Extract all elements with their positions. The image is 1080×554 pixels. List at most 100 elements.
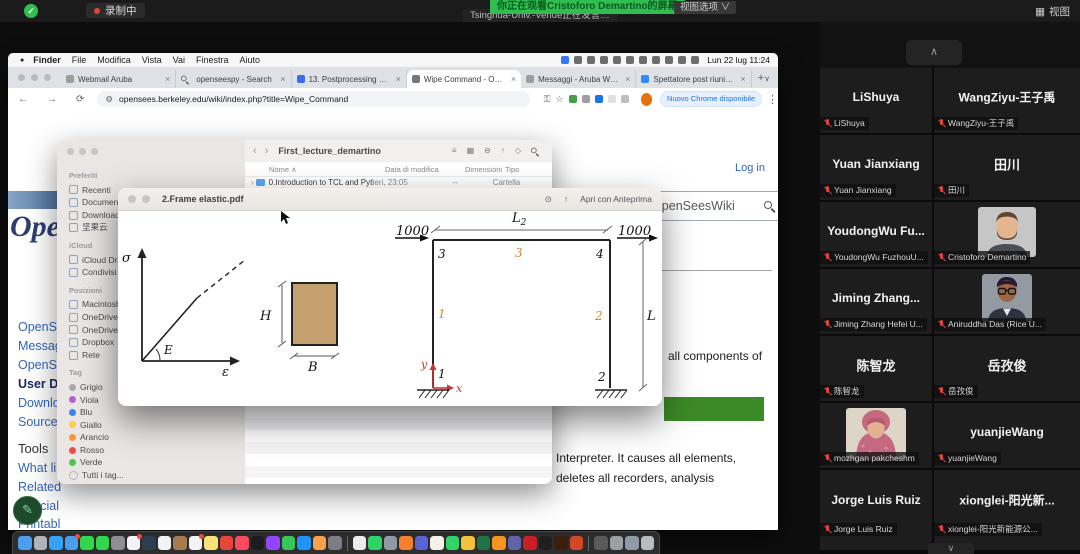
dock-downloads[interactable] bbox=[610, 536, 624, 550]
dock-powerpoint[interactable] bbox=[570, 536, 584, 550]
password-key-icon[interactable]: ⚿ bbox=[544, 94, 551, 105]
back-button[interactable]: ← bbox=[18, 94, 28, 105]
extension-icon[interactable] bbox=[608, 95, 616, 103]
dock-trash[interactable] bbox=[641, 536, 655, 550]
spotlight-icon[interactable] bbox=[665, 56, 673, 64]
column-dimensioni[interactable]: Dimensioni bbox=[465, 165, 505, 174]
menu-finder[interactable]: Finder bbox=[33, 55, 61, 65]
dock-terminal[interactable] bbox=[539, 536, 553, 550]
participant-tile[interactable]: Aniruddha Das (Rice U... bbox=[934, 269, 1080, 334]
dock-displays[interactable] bbox=[142, 536, 156, 550]
dock-safari[interactable] bbox=[49, 536, 63, 550]
group-icon[interactable]: ⊖ bbox=[484, 146, 491, 157]
dock-siri[interactable] bbox=[328, 536, 342, 550]
window-controls[interactable] bbox=[128, 195, 150, 203]
participant-tile[interactable]: yuanjieWang yuanjieWang bbox=[934, 403, 1080, 468]
dock-notes[interactable] bbox=[204, 536, 218, 550]
sidebar-link-related-changes[interactable]: Related bbox=[18, 480, 61, 494]
search-icon[interactable] bbox=[764, 201, 775, 212]
sidebar-link-messages[interactable]: Messag bbox=[18, 339, 62, 353]
bookmark-star-icon[interactable]: ☆ bbox=[555, 94, 563, 105]
zoom-window-icon[interactable] bbox=[91, 148, 98, 155]
dock-finder[interactable] bbox=[18, 536, 32, 550]
dock-whatsapp[interactable] bbox=[368, 536, 382, 550]
fullscreen-icon[interactable] bbox=[142, 195, 150, 203]
dock-excel[interactable] bbox=[477, 536, 491, 550]
apple-menu-icon[interactable]: ● bbox=[20, 57, 24, 64]
tab-messaggi-aruba[interactable]: Messaggi - Aruba Webmail × bbox=[521, 70, 636, 88]
close-tab-icon[interactable]: × bbox=[165, 74, 170, 84]
dock-keynote[interactable] bbox=[313, 536, 327, 550]
zoom-window-icon[interactable] bbox=[44, 74, 51, 81]
dock-facetime[interactable] bbox=[80, 536, 94, 550]
dock-screen-recorder[interactable] bbox=[594, 536, 608, 550]
share-icon[interactable]: ↑ bbox=[564, 194, 568, 204]
forward-button[interactable]: › bbox=[265, 145, 269, 157]
participant-tile[interactable]: 田川 田川 bbox=[934, 135, 1080, 200]
dock-illustrator[interactable] bbox=[554, 536, 568, 550]
participant-tile[interactable]: Yuan Jianxiang Yuan Jianxiang bbox=[820, 135, 932, 200]
view-options-dropdown[interactable]: 视图选项 ∨ bbox=[674, 1, 736, 14]
participant-tile[interactable]: Cristoforo Demartino bbox=[934, 202, 1080, 267]
tab-search-caret-icon[interactable]: ∨ bbox=[764, 74, 770, 83]
dock-calendar[interactable] bbox=[127, 536, 141, 550]
bluetooth-icon[interactable] bbox=[574, 56, 582, 64]
grammar-assistant-button[interactable]: ✎ bbox=[13, 496, 42, 525]
tab-wipe-command-active[interactable]: Wipe Command - OpenSees × bbox=[407, 70, 521, 88]
profile-avatar[interactable] bbox=[641, 93, 653, 106]
forward-button[interactable]: → bbox=[47, 94, 57, 105]
window-controls[interactable] bbox=[67, 148, 98, 155]
participant-tile[interactable]: 陈智龙 陈智龙 bbox=[820, 336, 932, 401]
battery-icon[interactable] bbox=[613, 56, 621, 64]
minimize-window-icon[interactable] bbox=[79, 148, 86, 155]
dock-pages[interactable] bbox=[430, 536, 444, 550]
column-tipo[interactable]: Tipo bbox=[505, 165, 519, 174]
reload-button[interactable]: ⟳ bbox=[76, 94, 84, 105]
view-button[interactable]: ▦ 视图 bbox=[1035, 4, 1070, 19]
menu-modifica[interactable]: Modifica bbox=[97, 55, 131, 65]
open-with-preview-button[interactable]: Apri con Anteprima bbox=[580, 194, 652, 204]
back-button[interactable]: ‹ bbox=[253, 145, 257, 157]
dock-apple-tv[interactable] bbox=[251, 536, 265, 550]
address-bar[interactable]: ⚙ opensees.berkeley.edu/wiki/index.php?t… bbox=[97, 91, 529, 107]
dock-messages[interactable] bbox=[96, 536, 110, 550]
sidebar-link-download[interactable]: Downlo bbox=[18, 396, 60, 410]
dock-matlab[interactable] bbox=[461, 536, 475, 550]
minimize-window-icon[interactable] bbox=[31, 74, 38, 81]
tab-openseespy-search[interactable]: openseespy - Search × bbox=[176, 70, 291, 88]
extension-icon[interactable] bbox=[595, 95, 603, 103]
grid-view-icon[interactable]: ▦ bbox=[467, 146, 475, 157]
tab-postprocessing-modules[interactable]: 13. Postprocessing Modules × bbox=[292, 70, 407, 88]
login-link[interactable]: Log in bbox=[735, 162, 765, 174]
menubar-clock[interactable]: Lun 22 lug 11:24 bbox=[707, 55, 770, 65]
keyboard-icon[interactable] bbox=[626, 56, 634, 64]
close-tab-icon[interactable]: × bbox=[740, 74, 745, 84]
participant-tile[interactable]: WangZiyu-王子禹 WangZiyu-王子禹 bbox=[934, 68, 1080, 133]
search-icon[interactable] bbox=[531, 147, 539, 155]
mic-status-icon[interactable] bbox=[587, 56, 595, 64]
dock-wechat[interactable] bbox=[446, 536, 460, 550]
dock-reminders[interactable] bbox=[189, 536, 203, 550]
wifi-icon[interactable] bbox=[652, 56, 660, 64]
dock-numbers[interactable] bbox=[282, 536, 296, 550]
column-data-modifica[interactable]: Data di modifica bbox=[385, 165, 465, 174]
close-window-icon[interactable] bbox=[128, 195, 136, 203]
column-nome[interactable]: Nome ∧ bbox=[269, 165, 385, 174]
chrome-menu-icon[interactable]: ⋮ bbox=[767, 93, 778, 106]
menu-vai[interactable]: Vai bbox=[173, 55, 185, 65]
participant-tile[interactable]: mozhgan pakcheshm bbox=[820, 403, 932, 468]
participant-tile[interactable]: YoudongWu Fu... YoudongWu FuzhouU... bbox=[820, 202, 932, 267]
dock-documents-folder[interactable] bbox=[625, 536, 639, 550]
sidebar-link-source[interactable]: Source bbox=[18, 415, 58, 429]
dock-firefox[interactable] bbox=[399, 536, 413, 550]
tab-webmail-aruba[interactable]: Webmail Aruba × bbox=[61, 70, 176, 88]
collapse-panel-button[interactable]: ∧ bbox=[906, 40, 962, 65]
close-tab-icon[interactable]: × bbox=[511, 74, 516, 84]
window-controls[interactable] bbox=[18, 74, 51, 81]
dock-music[interactable] bbox=[235, 536, 249, 550]
dock-chrome[interactable] bbox=[220, 536, 234, 550]
dock-word[interactable] bbox=[415, 536, 429, 550]
tag-tutti[interactable]: Tutti i tag... bbox=[69, 469, 147, 482]
share-icon[interactable]: ↑ bbox=[501, 146, 505, 157]
chrome-update-pill[interactable]: Nuovo Chrome disponibile bbox=[660, 91, 762, 107]
